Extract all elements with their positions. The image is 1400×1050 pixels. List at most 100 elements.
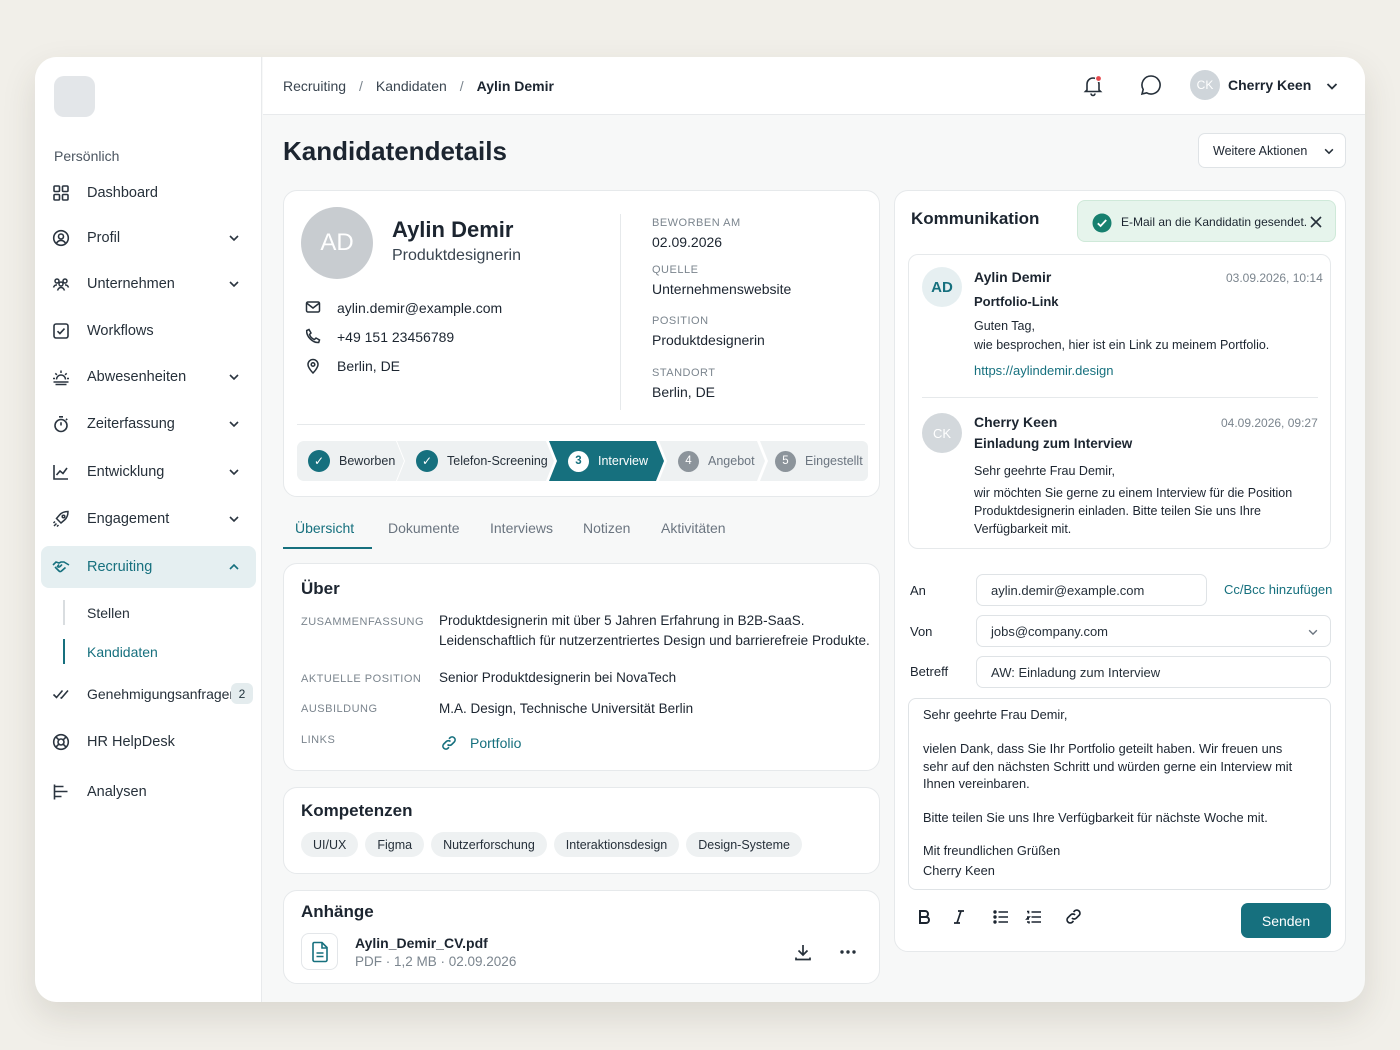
message-line: Sehr geehrte Frau Demir,	[974, 464, 1116, 478]
cc-bcc-link[interactable]: Cc/Bcc hinzufügen	[1224, 582, 1332, 597]
message-body-editor[interactable]	[908, 698, 1331, 890]
source-value: Unternehmenswebsite	[652, 281, 792, 297]
pipeline-step-label: Telefon-Screening	[447, 454, 548, 468]
user-name[interactable]: Cherry Keen	[1228, 77, 1311, 93]
sidebar-item-label: Recruiting	[87, 559, 153, 575]
summary-label: Zusammenfassung	[301, 616, 425, 628]
breadcrumb-kandidaten[interactable]: Kandidaten	[376, 78, 447, 94]
bold-icon[interactable]	[915, 908, 933, 926]
app-window: Persönlich Dashboard Profil Unternehmen …	[35, 57, 1365, 1002]
from-label: Von	[910, 624, 933, 639]
messages-button[interactable]	[1139, 73, 1163, 97]
sidebar-item-dashboard[interactable]: Dashboard	[41, 172, 256, 214]
tab-uebersicht[interactable]: Übersicht	[295, 520, 354, 536]
link-icon[interactable]	[1064, 907, 1083, 926]
sidebar-item-abwesenheiten[interactable]: Abwesenheiten	[41, 356, 256, 398]
pipeline-step-beworben[interactable]: ✓ Beworben	[308, 441, 395, 481]
sidebar-item-workflows[interactable]: Workflows	[41, 310, 256, 352]
message-link[interactable]: https://aylindemir.design	[974, 363, 1113, 378]
skill-chip: Design-Systeme	[686, 832, 802, 857]
subject-value: AW: Einladung zum Interview	[991, 664, 1161, 680]
sidebar-item-unternehmen[interactable]: Unternehmen	[41, 263, 256, 305]
candidate-phone[interactable]: +49 151 23456789	[337, 329, 454, 345]
breadcrumb-recruiting[interactable]: Recruiting	[283, 78, 346, 94]
chevron-down-icon	[229, 281, 239, 288]
chevron-down-icon[interactable]	[1325, 79, 1339, 93]
sidebar-item-analysen[interactable]: Analysen	[41, 771, 256, 813]
body-line: Sehr geehrte Frau Demir,	[923, 707, 1068, 722]
message-sender: Aylin Demir	[974, 269, 1052, 285]
pipeline-step-label: Beworben	[339, 454, 396, 468]
more-actions-button[interactable]: Weitere Aktionen	[1198, 133, 1346, 168]
sidebar-item-label: Analysen	[87, 784, 147, 800]
sidebar-item-zeiterfassung[interactable]: Zeiterfassung	[41, 403, 256, 445]
sidebar-item-label: Workflows	[87, 323, 154, 339]
chat-bubble-icon	[1140, 75, 1161, 96]
tab-dokumente[interactable]: Dokumente	[388, 520, 460, 536]
chevron-down-icon	[1324, 148, 1334, 155]
pipeline-step-eingestellt[interactable]: 5 Eingestellt	[775, 441, 863, 481]
from-select[interactable]: jobs@company.com	[976, 615, 1331, 647]
breadcrumb: Recruiting / Kandidaten / Aylin Demir	[283, 78, 554, 94]
subject-input[interactable]: AW: Einladung zum Interview	[976, 656, 1331, 688]
sidebar-item-label: Unternehmen	[87, 276, 175, 292]
message-date: 03.09.2026, 10:14	[1226, 271, 1323, 285]
chevron-down-icon	[229, 374, 239, 381]
logo[interactable]	[54, 76, 95, 117]
subnav-active-indicator	[63, 639, 65, 664]
sender-avatar: AD	[922, 267, 962, 307]
sunset-icon	[53, 370, 69, 386]
education-value: M.A. Design, Technische Universität Berl…	[439, 701, 694, 716]
check-circle-icon	[1092, 213, 1112, 233]
tab-notizen[interactable]: Notizen	[583, 520, 630, 536]
location-label: Standort	[652, 367, 716, 379]
sidebar-item-genehmigungsanfragen[interactable]: Genehmigungsanfragen 2	[41, 673, 256, 715]
message-line: Guten Tag,	[974, 319, 1035, 333]
file-meta: PDF · 1,2 MB · 02.09.2026	[355, 954, 517, 969]
pipeline-step-label: Angebot	[708, 454, 755, 468]
italic-icon[interactable]	[950, 908, 968, 926]
candidate-email[interactable]: aylin.demir@example.com	[337, 300, 502, 316]
sidebar-item-label: Entwicklung	[87, 464, 165, 480]
download-icon[interactable]	[793, 942, 813, 962]
sidebar-item-label: Profil	[87, 230, 121, 246]
from-value: jobs@company.com	[991, 623, 1108, 639]
pipeline-step-interview[interactable]: 3 Interview	[568, 441, 648, 481]
user-avatar[interactable]: CK	[1190, 70, 1220, 100]
step-number: 3	[568, 450, 589, 472]
pipeline-step-telefon-screening[interactable]: ✓ Telefon-Screening	[416, 441, 548, 481]
education-label: Ausbildung	[301, 703, 378, 715]
sidebar-subitem-stellen[interactable]: Stellen	[87, 605, 130, 621]
more-options-icon[interactable]	[838, 942, 858, 962]
sidebar-item-entwicklung[interactable]: Entwicklung	[41, 451, 256, 493]
to-value: aylin.demir@example.com	[991, 582, 1145, 598]
divider	[620, 214, 621, 410]
send-button[interactable]: Senden	[1241, 903, 1331, 938]
close-icon[interactable]	[1310, 216, 1322, 228]
summary-line: Produktdesignerin mit über 5 Jahren Erfa…	[439, 613, 805, 628]
sidebar-subitem-kandidaten[interactable]: Kandidaten	[87, 644, 158, 660]
file-thumbnail	[301, 933, 338, 970]
numbered-list-icon[interactable]	[1025, 908, 1043, 926]
sidebar-item-profil[interactable]: Profil	[41, 217, 256, 259]
pipeline-step-angebot[interactable]: 4 Angebot	[678, 441, 755, 481]
sidebar-item-engagement[interactable]: Engagement	[41, 498, 256, 540]
report-icon	[53, 784, 68, 800]
phone-icon	[305, 328, 321, 344]
location-value: Berlin, DE	[652, 384, 716, 400]
document-icon	[311, 941, 328, 962]
bullet-list-icon[interactable]	[992, 908, 1010, 926]
tab-interviews[interactable]: Interviews	[490, 520, 553, 536]
file-name[interactable]: Aylin_Demir_CV.pdf	[355, 935, 488, 951]
sidebar-section-label: Persönlich	[54, 148, 120, 164]
current-position-label: Aktuelle Position	[301, 673, 422, 685]
body-line: vielen Dank, dass Sie Ihr Portfolio gete…	[923, 741, 1283, 756]
sidebar-item-hr-helpdesk[interactable]: HR HelpDesk	[41, 721, 256, 763]
notifications-button[interactable]	[1081, 73, 1105, 97]
tab-aktivitaeten[interactable]: Aktivitäten	[661, 520, 726, 536]
divider	[297, 424, 865, 425]
sidebar-item-recruiting[interactable]: Recruiting	[41, 546, 256, 588]
portfolio-link[interactable]: Portfolio	[470, 735, 521, 751]
sidebar-item-label: Genehmigungsanfragen	[87, 686, 238, 702]
to-input[interactable]: aylin.demir@example.com	[976, 574, 1207, 606]
